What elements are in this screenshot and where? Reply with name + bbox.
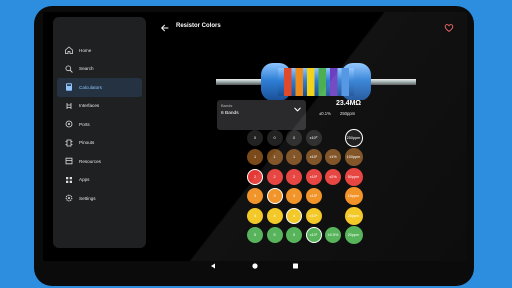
sidebar-item-interfaces[interactable]: Interfaces xyxy=(57,97,142,116)
sidebar-item-label: Home xyxy=(79,47,92,53)
resistor-illustration xyxy=(216,63,416,100)
color-cell-band6[interactable]: 20ppm xyxy=(344,226,363,245)
color-cell-band4[interactable]: x10⁵ xyxy=(305,227,322,244)
color-cell-band1[interactable]: 1 xyxy=(247,149,263,166)
color-cell-band4[interactable]: x10² xyxy=(305,168,322,185)
color-cell-band2[interactable]: 1 xyxy=(266,149,283,166)
sidebar-item-label: Search xyxy=(79,66,94,72)
ports-icon xyxy=(65,120,73,128)
color-cell-band3[interactable]: 2 xyxy=(286,168,302,185)
page-title: Resistor Colors xyxy=(176,23,221,29)
color-band-grid: 0 0 0 x10⁰ 250ppm 1 1 1 x10¹ ±1% 100ppm 2 2 2 x10² ±2% 5… xyxy=(247,128,369,245)
recents-icon[interactable] xyxy=(293,263,298,269)
sidebar-item-label: Resources xyxy=(79,158,101,164)
color-cell-band1[interactable]: 4 xyxy=(247,207,263,224)
color-cell-band2[interactable]: 3 xyxy=(266,188,283,205)
resistor-band-6 xyxy=(341,68,349,96)
sidebar-item-resources[interactable]: Resources xyxy=(57,152,142,171)
color-cell-band6[interactable]: 15ppm xyxy=(344,187,363,206)
color-cell-band1[interactable]: 3 xyxy=(247,188,263,205)
settings-icon xyxy=(65,194,73,202)
color-cell-band5[interactable]: ±2% xyxy=(325,168,341,185)
search-icon xyxy=(65,65,73,73)
app-screen: Home Search Calculators Interfaces Ports Pino… xyxy=(43,12,467,261)
color-cell-band4[interactable]: x10¹ xyxy=(305,149,322,166)
sidebar: Home Search Calculators Interfaces Ports Pino… xyxy=(53,17,146,248)
bands-dropdown[interactable]: Bands 6 Bands xyxy=(217,100,306,130)
resistor-band-4 xyxy=(318,68,326,96)
resistor-band-3 xyxy=(307,68,315,96)
sidebar-item-home[interactable]: Home xyxy=(57,41,142,60)
sidebar-item-label: Settings xyxy=(79,195,96,201)
color-cell-band3[interactable]: 5 xyxy=(286,227,302,244)
sidebar-item-calculators[interactable]: Calculators xyxy=(57,78,142,97)
chevron-down-icon xyxy=(294,107,301,112)
color-cell-band2[interactable]: 2 xyxy=(266,168,283,185)
color-cell-band4[interactable]: x10³ xyxy=(305,188,322,205)
color-cell-band4[interactable]: x10⁰ xyxy=(305,129,322,146)
color-cell-band6[interactable]: 250ppm xyxy=(344,128,363,147)
sidebar-item-search[interactable]: Search xyxy=(57,60,142,79)
back-arrow-icon[interactable] xyxy=(160,23,170,33)
color-cell-band6[interactable]: 50ppm xyxy=(344,167,363,186)
resistance-value: 23.4MΩ xyxy=(335,100,362,107)
interfaces-icon xyxy=(66,102,72,109)
home-icon xyxy=(65,46,73,55)
sidebar-item-ports[interactable]: Ports xyxy=(57,115,142,134)
top-app-bar: Resistor Colors xyxy=(156,22,456,34)
color-row: 4 4 4 x10⁴ 25ppm xyxy=(247,206,369,226)
color-cell-band5[interactable]: ±1% xyxy=(325,149,341,166)
color-cell-band6[interactable]: 25ppm xyxy=(344,206,363,225)
back-icon[interactable] xyxy=(211,263,215,269)
color-cell-band3[interactable]: 0 xyxy=(286,129,302,146)
favorite-heart-icon[interactable] xyxy=(444,23,454,33)
resistor-band-2 xyxy=(295,68,303,96)
sidebar-item-label: Apps xyxy=(79,177,90,183)
resources-icon xyxy=(65,158,73,165)
resistor-band-5 xyxy=(330,68,338,96)
bands-dropdown-value: 6 Bands xyxy=(221,111,239,116)
system-navigation-bar xyxy=(211,263,298,269)
color-row: 3 3 3 x10³ 15ppm xyxy=(247,187,369,207)
color-row: 2 2 2 x10² ±2% 50ppm xyxy=(247,167,369,187)
color-cell-band1[interactable]: 5 xyxy=(247,227,263,244)
color-cell-band2[interactable]: 5 xyxy=(266,227,283,244)
color-cell-band1[interactable]: 2 xyxy=(247,168,263,185)
color-row: 5 5 5 x10⁵ ±0.5% 20ppm xyxy=(247,226,369,246)
temp-coefficient-value: 250ppm xyxy=(340,111,356,116)
calculator-icon xyxy=(66,83,72,91)
color-cell-band5[interactable] xyxy=(325,207,341,224)
apps-icon xyxy=(66,176,72,183)
color-cell-band5[interactable] xyxy=(325,129,341,146)
sidebar-nav: Home Search Calculators Interfaces Ports Pino… xyxy=(57,41,142,208)
pinouts-icon xyxy=(65,139,73,147)
tolerance-value: ±0.1% xyxy=(319,111,331,116)
color-row: 0 0 0 x10⁰ 250ppm xyxy=(247,128,369,148)
color-cell-band6[interactable]: 100ppm xyxy=(344,148,363,167)
sidebar-item-settings[interactable]: Settings xyxy=(57,189,142,208)
color-cell-band3[interactable]: 1 xyxy=(286,149,302,166)
sidebar-item-label: Calculators xyxy=(79,84,102,90)
sidebar-item-label: Pinouts xyxy=(79,140,95,146)
bands-dropdown-label: Bands xyxy=(221,103,233,108)
sidebar-item-apps[interactable]: Apps xyxy=(57,171,142,190)
color-cell-band2[interactable]: 4 xyxy=(266,207,283,224)
sidebar-item-pinouts[interactable]: Pinouts xyxy=(57,134,142,153)
color-row: 1 1 1 x10¹ ±1% 100ppm xyxy=(247,148,369,168)
color-cell-band3[interactable]: 4 xyxy=(286,207,302,224)
color-cell-band5[interactable] xyxy=(325,188,341,205)
color-cell-band3[interactable]: 3 xyxy=(286,188,302,205)
color-cell-band1[interactable]: 0 xyxy=(247,129,263,146)
color-cell-band2[interactable]: 0 xyxy=(266,129,283,146)
sidebar-item-label: Ports xyxy=(79,121,90,127)
home-circle-icon[interactable] xyxy=(252,263,258,269)
sidebar-item-label: Interfaces xyxy=(79,103,100,109)
resistor-band-1 xyxy=(284,68,292,96)
color-cell-band4[interactable]: x10⁴ xyxy=(305,207,322,224)
color-cell-band5[interactable]: ±0.5% xyxy=(325,227,341,244)
